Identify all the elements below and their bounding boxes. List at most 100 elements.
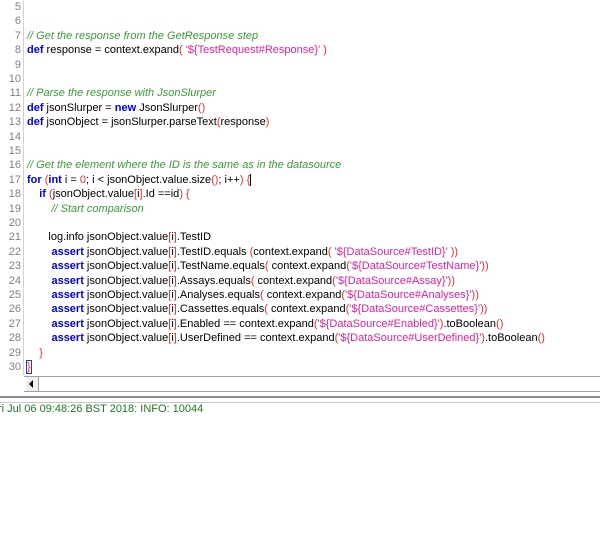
- punctuation-token: )): [447, 274, 455, 287]
- code-line[interactable]: for (int i = 0; i < jsonObject.value.siz…: [27, 173, 252, 187]
- code-text-token: .TestName.equals: [176, 260, 265, 273]
- code-line[interactable]: if (jsonObject.value[i].Id ==id) {: [27, 187, 190, 201]
- keyword-token: assert: [51, 332, 84, 345]
- punctuation-token: }: [26, 360, 32, 374]
- line-number: 12: [8, 101, 21, 114]
- code-text-token: .Analyses.equals: [176, 289, 261, 301]
- line-number: 11: [9, 87, 21, 100]
- comment-token: // Parse the response with JsonSlurper: [27, 87, 216, 100]
- scroll-left-arrow-icon[interactable]: [26, 377, 39, 391]
- punctuation-token: (): [197, 101, 206, 114]
- line-number: 24: [8, 274, 21, 287]
- keyword-token: def: [27, 116, 44, 129]
- code-text-token: .toBoolean: [443, 317, 497, 330]
- keyword-token: assert: [51, 274, 84, 287]
- code-text-token: log.info jsonObject.value: [27, 231, 169, 244]
- code-text-token: jsonObject.value: [83, 245, 169, 258]
- code-text-token: .TestID.equals: [176, 245, 250, 258]
- code-text-token: .Enabled == context.expand: [176, 317, 314, 330]
- panel-divider[interactable]: [0, 396, 600, 398]
- line-number: 7: [14, 29, 21, 42]
- code-line[interactable]: assert jsonObject.value[i].Cassettes.equ…: [27, 302, 487, 316]
- code-text-token: .Cassettes.equals: [176, 303, 265, 316]
- code-text-token: jsonObject.value: [83, 332, 169, 345]
- code-text-token: JsonSlurper: [136, 101, 198, 114]
- code-line[interactable]: assert jsonObject.value[i].TestID.equals…: [27, 245, 458, 259]
- code-text-token: ; i++: [218, 173, 240, 186]
- line-number: 28: [8, 332, 21, 345]
- horizontal-scrollbar[interactable]: [24, 376, 600, 392]
- code-text-token: context.expand: [267, 303, 346, 316]
- code-line[interactable]: assert jsonObject.value[i].TestName.equa…: [27, 259, 488, 273]
- code-line[interactable]: }: [26, 360, 32, 374]
- punctuation-token: ): [323, 44, 327, 57]
- punctuation-token: )): [480, 303, 488, 316]
- string-literal-token: '${DataSource#Analyses}': [345, 289, 472, 301]
- keyword-token: assert: [51, 289, 84, 301]
- code-text-token: context.expand: [254, 274, 333, 287]
- code-text-token: context.expand: [268, 260, 347, 273]
- code-line[interactable]: assert jsonObject.value[i].Assays.equals…: [27, 274, 455, 288]
- code-line[interactable]: // Parse the response with JsonSlurper: [27, 86, 216, 100]
- line-number: 14: [8, 130, 21, 143]
- line-number: 13: [8, 116, 21, 129]
- code-line[interactable]: def jsonSlurper = new JsonSlurper(): [27, 101, 205, 115]
- code-text-token: jsonSlurper =: [43, 101, 115, 114]
- keyword-token: assert: [51, 303, 84, 316]
- code-text-token: .UserDefined == context.expand: [176, 332, 335, 345]
- line-number: 8: [14, 44, 21, 57]
- line-number: 21: [8, 231, 21, 244]
- line-number: 16: [8, 159, 21, 172]
- code-line[interactable]: assert jsonObject.value[i].Enabled == co…: [27, 317, 503, 331]
- comment-token: // Get the response from the GetResponse…: [27, 29, 259, 42]
- code-text-token: context.expand: [253, 245, 328, 258]
- line-number: 26: [8, 303, 21, 316]
- code-text-token: i =: [61, 173, 80, 186]
- code-line[interactable]: }: [27, 346, 43, 360]
- line-number: 25: [8, 289, 21, 301]
- script-editor[interactable]: 5 6 7 8 9 10 11 12 13 14 15 16 17 18 19 20 21 22 23 24 25 26 2…: [0, 0, 600, 375]
- code-line[interactable]: // Get the response from the GetResponse…: [27, 29, 258, 43]
- string-literal-token: '${DataSource#Cassettes}': [349, 303, 481, 316]
- keyword-token: for: [27, 173, 42, 186]
- line-number: 27: [8, 317, 21, 330]
- code-text-token: jsonObject.value: [83, 260, 169, 273]
- line-number: 30: [8, 361, 21, 373]
- string-literal-token: '${DataSource#Assay}': [335, 274, 448, 287]
- string-literal-token: '${DataSource#TestName}': [349, 260, 482, 273]
- string-literal-token: '${DataSource#UserDefined}': [338, 332, 482, 345]
- log-output-line: ri Jul 06 09:48:26 BST 2018: INFO: 10044: [0, 403, 204, 415]
- punctuation-token: (): [496, 317, 504, 330]
- keyword-token: assert: [51, 260, 84, 273]
- punctuation-token: ): [265, 116, 270, 129]
- code-line[interactable]: def response = context.expand( '${TestRe…: [27, 43, 327, 57]
- code-text-token: ; i < jsonObject.value.size: [86, 173, 212, 186]
- string-literal-token: '${TestRequest#Response}': [182, 44, 324, 57]
- line-number-gutter: 5 6 7 8 9 10 11 12 13 14 15 16 17 18 19 20 21 22 23 24 25 26 2…: [0, 0, 24, 375]
- string-literal-token: '${DataSource#TestID}': [331, 245, 451, 258]
- punctuation-token: (): [537, 332, 545, 345]
- code-line[interactable]: // Start comparison: [27, 202, 143, 216]
- line-number: 29: [8, 346, 21, 359]
- line-number: 6: [14, 15, 21, 28]
- line-number: 23: [8, 260, 21, 273]
- string-literal-token: '${DataSource#Enabled}': [317, 317, 440, 330]
- line-number: 18: [8, 188, 21, 201]
- code-line[interactable]: def jsonObject = jsonSlurper.parseText(r…: [27, 115, 269, 129]
- code-text-token: .toBoolean: [484, 332, 538, 345]
- comment-token: // Get the element where the ID is the s…: [27, 159, 342, 172]
- code-line[interactable]: assert jsonObject.value[i].Analyses.equa…: [27, 288, 478, 302]
- line-number: 19: [8, 202, 21, 215]
- code-line[interactable]: assert jsonObject.value[i].UserDefined =…: [27, 331, 545, 345]
- code-line[interactable]: // Get the element where the ID is the s…: [27, 158, 341, 172]
- code-text-token: .Id ==id: [142, 188, 180, 201]
- code-line[interactable]: log.info jsonObject.value[i].TestID: [27, 230, 211, 244]
